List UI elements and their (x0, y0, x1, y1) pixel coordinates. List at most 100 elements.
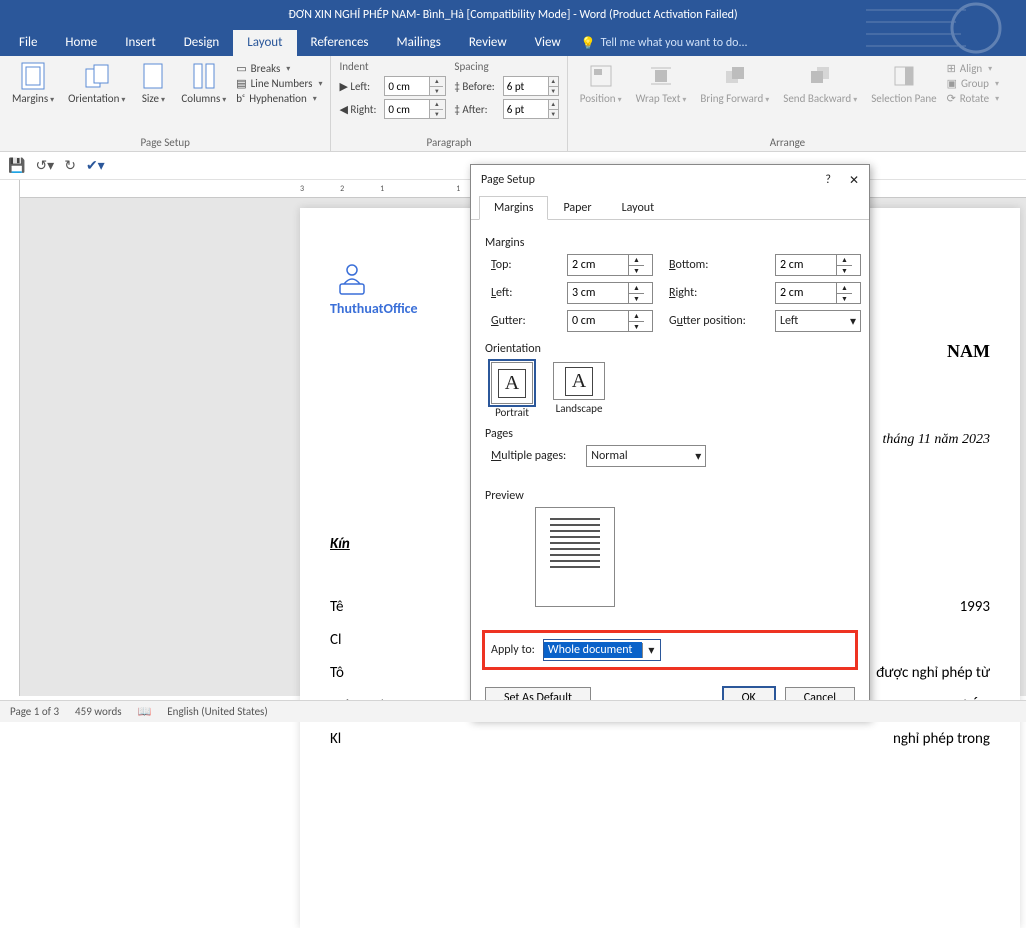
selection-pane-icon (890, 62, 918, 90)
language[interactable]: English (United States) (167, 705, 267, 718)
orientation-icon (83, 62, 111, 90)
top-input[interactable]: ▲▼ (567, 254, 653, 276)
orientation-section-label: Orientation (485, 342, 855, 356)
indent-right-label: ◀ Right: (339, 103, 376, 116)
paragraph-label: Paragraph (339, 134, 558, 149)
tab-layout[interactable]: Layout (233, 30, 296, 56)
orientation-button[interactable]: Orientation (64, 60, 129, 107)
tab-references[interactable]: References (297, 30, 383, 56)
indent-left-input[interactable]: ▲▼ (384, 76, 446, 96)
top-label: Top: (491, 258, 551, 272)
check-icon[interactable]: ✔▾ (86, 157, 105, 174)
page-setup-dialog: Page Setup ? ✕ Margins Paper Layout Marg… (470, 164, 870, 720)
breaks-icon: ▭ (236, 62, 246, 75)
close-icon[interactable]: ✕ (849, 173, 859, 188)
send-backward-button: Send Backward (779, 60, 861, 107)
indent-left-label: ▶ Left: (339, 80, 376, 93)
wrap-icon (647, 62, 675, 90)
word-count[interactable]: 459 words (75, 705, 122, 718)
position-icon (587, 62, 615, 90)
dialog-titlebar[interactable]: Page Setup ? ✕ (471, 165, 869, 195)
dialog-title: Page Setup (481, 173, 535, 187)
bulb-icon: 💡 (581, 36, 596, 51)
chevron-down-icon: ▾ (695, 449, 701, 464)
group-page-setup: Margins Orientation Size Columns ▭Breaks… (0, 56, 331, 151)
left-input[interactable]: ▲▼ (567, 282, 653, 304)
tab-file[interactable]: File (5, 30, 51, 56)
bottom-input[interactable]: ▲▼ (775, 254, 861, 276)
gutter-pos-select[interactable]: Left▾ (775, 310, 861, 332)
page-setup-label: Page Setup (8, 134, 322, 149)
line-numbers-button[interactable]: ▤Line Numbers (236, 77, 322, 90)
redo-icon[interactable]: ↻ (64, 157, 76, 174)
wrap-text-button: Wrap Text (632, 60, 691, 107)
spacing-after-input[interactable]: ▲▼ (503, 99, 559, 119)
tab-insert[interactable]: Insert (111, 30, 170, 56)
vertical-ruler (0, 180, 20, 696)
size-icon (139, 62, 167, 90)
dialog-tab-layout[interactable]: Layout (607, 196, 670, 220)
multiple-pages-label: Multiple pages: (491, 449, 566, 463)
size-button[interactable]: Size (135, 60, 171, 107)
gutter-pos-label: Gutter position: (669, 314, 759, 328)
landscape-option[interactable]: A Landscape (553, 362, 605, 419)
bottom-label: Bottom: (669, 258, 759, 272)
logo-icon (330, 258, 374, 298)
pages-section-label: Pages (485, 427, 855, 441)
gutter-label: Gutter: (491, 314, 551, 328)
group-paragraph: Indent Spacing ▶ Left: ▲▼ ‡ Before: ▲▼ ◀… (331, 56, 567, 151)
multiple-pages-select[interactable]: Normal▾ (586, 445, 706, 467)
apply-to-row: Apply to: Whole document ▾ (485, 633, 855, 667)
help-icon[interactable]: ? (825, 173, 831, 188)
arrange-label: Arrange (576, 134, 999, 149)
left-label: Left: (491, 286, 551, 300)
title-bar: ĐƠN XIN NGHỈ PHÉP NAM- Bình_Hà [Compatib… (0, 0, 1026, 30)
hyphenation-button[interactable]: bᶜHyphenation (236, 92, 322, 105)
dialog-tab-paper[interactable]: Paper (548, 196, 606, 220)
bring-forward-icon (721, 62, 749, 90)
gutter-input[interactable]: ▲▼ (567, 310, 653, 332)
save-icon[interactable]: 💾 (8, 157, 25, 174)
margins-button[interactable]: Margins (8, 60, 58, 107)
right-input[interactable]: ▲▼ (775, 282, 861, 304)
indent-right-input[interactable]: ▲▼ (384, 99, 446, 119)
tab-design[interactable]: Design (170, 30, 233, 56)
undo-icon[interactable]: ↺▾ (35, 157, 54, 174)
group-icon: ▣ (947, 77, 957, 90)
margins-section-label: Margins (485, 236, 855, 250)
doc-title: ĐƠN XIN NGHỈ PHÉP NAM- Bình_Hà [Compatib… (288, 8, 737, 22)
line-numbers-icon: ▤ (236, 77, 246, 90)
align-button: ⊞Align (947, 62, 1000, 75)
dialog-tabs: Margins Paper Layout (471, 195, 869, 220)
ribbon: Margins Orientation Size Columns ▭Breaks… (0, 56, 1026, 152)
apply-to-select[interactable]: Whole document ▾ (543, 639, 661, 661)
columns-button[interactable]: Columns (177, 60, 230, 107)
group-arrange: Position Wrap Text Bring Forward Send Ba… (568, 56, 1007, 151)
group-button: ▣Group (947, 77, 1000, 90)
rotate-button: ⟳Rotate (947, 92, 1000, 105)
chevron-down-icon: ▾ (850, 314, 856, 329)
position-button: Position (576, 60, 626, 107)
spacing-before-input[interactable]: ▲▼ (503, 76, 559, 96)
columns-icon (190, 62, 218, 90)
tab-mailings[interactable]: Mailings (383, 30, 455, 56)
tab-home[interactable]: Home (51, 30, 111, 56)
tab-review[interactable]: Review (455, 30, 521, 56)
spacing-title: Spacing (454, 60, 558, 73)
preview-section-label: Preview (485, 489, 855, 503)
decorative-swirl (866, 0, 1026, 56)
proofing-icon[interactable]: 📖 (138, 705, 152, 718)
selection-pane-button: Selection Pane (867, 60, 940, 107)
dialog-tab-margins[interactable]: Margins (479, 196, 548, 220)
right-label: Right: (669, 286, 759, 300)
chevron-down-icon: ▾ (642, 643, 660, 658)
breaks-button[interactable]: ▭Breaks (236, 62, 322, 75)
indent-title: Indent (339, 60, 446, 73)
spacing-after-label: ‡ After: (454, 103, 494, 116)
tell-me[interactable]: 💡 Tell me what you want to do... (581, 36, 748, 51)
margins-icon (19, 62, 47, 90)
portrait-option[interactable]: A Portrait (491, 362, 533, 419)
page-count[interactable]: Page 1 of 3 (10, 705, 59, 718)
tab-view[interactable]: View (521, 30, 575, 56)
status-bar: Page 1 of 3 459 words 📖 English (United … (0, 700, 1026, 722)
